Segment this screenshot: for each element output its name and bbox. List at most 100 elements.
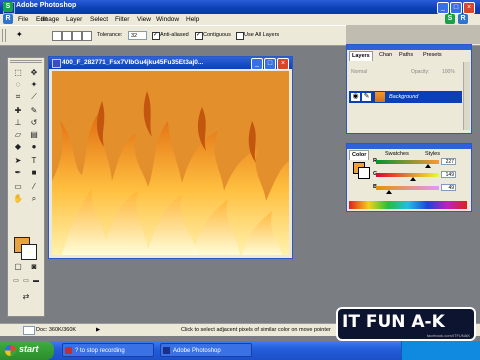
move-tool-icon[interactable]: ✥ xyxy=(28,68,40,78)
menu-image[interactable]: Image xyxy=(41,16,59,23)
toolbox-grip[interactable] xyxy=(10,60,42,63)
intersect-selection-icon[interactable] xyxy=(82,31,92,41)
layers-panel-titlebar[interactable] xyxy=(347,45,471,50)
b-slider-pointer[interactable] xyxy=(386,190,392,194)
s-badge: S xyxy=(3,2,13,12)
tab-swatches[interactable]: Swatches xyxy=(383,150,411,159)
magic-wand-icon[interactable]: ✦ xyxy=(16,30,23,39)
r-value[interactable]: 227 xyxy=(441,158,456,165)
quickmask-off-icon[interactable]: ▢ xyxy=(12,262,24,272)
history-brush-icon[interactable]: ↺ xyxy=(28,118,40,128)
menu-select[interactable]: Select xyxy=(90,16,108,23)
opacity-label: Opacity: xyxy=(411,69,430,75)
menu-file[interactable]: File xyxy=(18,16,28,23)
type-tool-icon[interactable]: T xyxy=(28,156,40,166)
task-recorder[interactable]: ? to stop recording xyxy=(62,343,154,357)
crop-tool-icon[interactable]: ⌗ xyxy=(12,92,24,102)
tab-layers[interactable]: Layers xyxy=(349,51,373,61)
tab-channels[interactable]: Chan xyxy=(377,51,394,60)
menu-help[interactable]: Help xyxy=(186,16,199,23)
r-slider-pointer[interactable] xyxy=(425,164,431,168)
menu-layer[interactable]: Layer xyxy=(66,16,82,23)
new-selection-icon[interactable] xyxy=(52,31,62,41)
minimize-button[interactable]: _ xyxy=(437,2,449,14)
task-photoshop[interactable]: Adobe Photoshop xyxy=(160,343,252,357)
maximize-button[interactable]: □ xyxy=(450,2,462,14)
tab-color[interactable]: Color xyxy=(349,150,370,160)
slice-tool-icon[interactable]: ⟋ xyxy=(28,92,40,102)
layers-scrollbar[interactable] xyxy=(463,62,470,130)
shape-tool-icon[interactable]: ■ xyxy=(28,168,40,178)
color-ramp[interactable] xyxy=(349,201,467,209)
add-selection-icon[interactable] xyxy=(62,31,72,41)
dodge-tool-icon[interactable]: ● xyxy=(28,142,40,152)
toolbox: ⬚ ✥ ◌ ✦ ⌗ ⟋ ✚ ✎ ⊥ ↺ ▱ ▤ ◆ ● ➤ T ✒ ■ ▭ ⁄ … xyxy=(7,57,45,317)
brush-link-icon[interactable]: ✎ xyxy=(362,93,371,101)
watermark-subtext: facebook.com/ITFUNAK xyxy=(426,333,470,338)
layer-row-background[interactable]: ◉ ✎ Background xyxy=(349,91,462,103)
zoom-field[interactable] xyxy=(23,326,35,335)
background-color-swatch[interactable] xyxy=(21,244,37,260)
g-slider[interactable] xyxy=(376,173,439,177)
clone-stamp-icon[interactable]: ⊥ xyxy=(12,118,24,128)
task-recorder-label: ? to stop recording xyxy=(75,348,125,354)
jump-to-imageready-icon[interactable]: ⇄ xyxy=(20,292,32,302)
image-canvas[interactable] xyxy=(52,71,289,255)
notes-tool-icon[interactable]: ▭ xyxy=(12,182,24,192)
color-panel-titlebar[interactable] xyxy=(347,144,471,149)
window-title: Adobe Photoshop xyxy=(16,2,77,9)
watermark-text: IT FUN A-K xyxy=(342,312,445,332)
hand-tool-icon[interactable]: ✋ xyxy=(12,194,24,204)
recorder-icon xyxy=(65,347,72,354)
brush-tool-icon[interactable]: ✎ xyxy=(28,106,40,116)
g-slider-pointer[interactable] xyxy=(410,177,416,181)
tab-presets[interactable]: Presets xyxy=(421,51,444,60)
watermark-logo: IT FUN A-K facebook.com/ITFUNAK xyxy=(336,307,476,341)
marquee-tool-icon[interactable]: ⬚ xyxy=(12,68,24,78)
healing-brush-icon[interactable]: ✚ xyxy=(12,106,24,116)
eye-icon[interactable]: ◉ xyxy=(351,93,360,101)
options-grip[interactable] xyxy=(2,29,6,42)
use-all-layers-checkbox[interactable] xyxy=(236,32,244,40)
tolerance-input[interactable]: 32 xyxy=(128,31,147,40)
use-all-layers-label: Use All Layers xyxy=(244,32,280,38)
contiguous-checkbox[interactable] xyxy=(195,31,203,40)
subtract-selection-icon[interactable] xyxy=(72,31,82,41)
color-background-swatch[interactable] xyxy=(358,167,370,179)
quickmask-on-icon[interactable]: ◙ xyxy=(28,262,40,272)
layer-name: Background xyxy=(389,94,419,100)
eraser-tool-icon[interactable]: ▱ xyxy=(12,130,24,140)
close-button[interactable]: × xyxy=(463,2,475,14)
document-title-bar[interactable]: 400_F_282771_Fsx7VlbGu4jku45Fu35Et3aj0..… xyxy=(49,57,292,70)
g-value[interactable]: 149 xyxy=(441,171,456,178)
menu-window[interactable]: Window xyxy=(156,16,179,23)
status-arrow-icon[interactable]: ▶ xyxy=(96,327,100,333)
menu-filter[interactable]: Filter xyxy=(115,16,129,23)
menu-view[interactable]: View xyxy=(137,16,151,23)
blur-tool-icon[interactable]: ◆ xyxy=(12,142,24,152)
palette-well xyxy=(346,25,480,44)
document-window: 400_F_282771_Fsx7VlbGu4jku45Fu35Et3aj0..… xyxy=(48,56,293,259)
screen-mode-full-icon[interactable]: ▬ xyxy=(30,276,42,286)
layer-thumbnail xyxy=(375,92,385,102)
magic-wand-tool-icon[interactable]: ✦ xyxy=(28,80,40,90)
lasso-tool-icon[interactable]: ◌ xyxy=(12,80,24,90)
doc-size: Doc: 360K/360K xyxy=(36,327,77,333)
tab-paths[interactable]: Paths xyxy=(397,51,415,60)
opacity-value[interactable]: 100% xyxy=(442,69,455,75)
pen-tool-icon[interactable]: ✒ xyxy=(12,168,24,178)
start-button[interactable]: start xyxy=(0,341,54,360)
document-minimize-button[interactable]: _ xyxy=(251,58,263,70)
document-close-button[interactable]: × xyxy=(277,58,289,70)
path-select-icon[interactable]: ➤ xyxy=(12,156,24,166)
document-maximize-button[interactable]: □ xyxy=(264,58,276,70)
tab-styles[interactable]: Styles xyxy=(423,150,442,159)
zoom-tool-icon[interactable]: ⌕ xyxy=(28,194,40,204)
app-title-bar: S Adobe Photoshop _ □ × xyxy=(0,0,480,14)
b-value[interactable]: 49 xyxy=(441,184,456,191)
eyedropper-tool-icon[interactable]: ⁄ xyxy=(28,182,40,192)
photoshop-task-icon xyxy=(163,347,170,354)
blend-mode-select[interactable]: Normal xyxy=(351,69,367,75)
gradient-tool-icon[interactable]: ▤ xyxy=(28,130,40,140)
anti-aliased-checkbox[interactable] xyxy=(152,31,160,40)
